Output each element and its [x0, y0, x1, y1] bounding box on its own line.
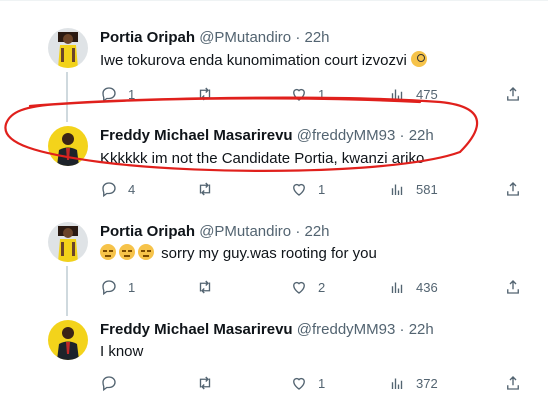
tweet-text-content: sorry my guy.was rooting for you	[161, 245, 377, 262]
tweet-text: Iwe tokurova enda kunomimation court izv…	[100, 51, 427, 71]
handle[interactable]: @PMutandiro	[199, 223, 291, 240]
heart-icon	[293, 281, 305, 294]
reply-button[interactable]	[100, 373, 128, 393]
timestamp[interactable]: 22h	[409, 321, 434, 338]
reply-icon	[102, 182, 116, 198]
share-button[interactable]	[504, 277, 522, 297]
pensive-face-icon	[100, 244, 116, 260]
pensive-face-icon	[119, 244, 135, 260]
reply-count: 4	[128, 181, 136, 197]
tweet-text-content: Iwe tokurova enda kunomimation court izv…	[100, 52, 407, 69]
separator-dot: ·	[295, 223, 301, 240]
tweet-header: Portia Oripah @PMutandiro · 22h	[100, 222, 330, 242]
display-name[interactable]: Freddy Michael Masarirevu	[100, 321, 293, 338]
views-button[interactable]: 475	[388, 84, 438, 104]
reply-count: 1	[128, 279, 136, 295]
like-button[interactable]: 2	[290, 277, 325, 297]
display-name[interactable]: Freddy Michael Masarirevu	[100, 127, 293, 144]
separator-dot: ·	[399, 127, 405, 144]
avatar[interactable]	[48, 320, 88, 360]
like-count: 1	[318, 375, 326, 391]
action-bar: 1 2 436	[100, 277, 528, 297]
views-count: 372	[416, 375, 438, 391]
avatar[interactable]	[48, 126, 88, 166]
thread-line	[66, 72, 68, 122]
avatar[interactable]	[48, 28, 88, 68]
heart-icon	[293, 88, 305, 101]
tweet-text: sorry my guy.was rooting for you	[100, 244, 377, 264]
views-button[interactable]: 436	[388, 277, 438, 297]
views-chart-icon	[391, 378, 403, 389]
reply-button[interactable]: 4	[100, 179, 135, 199]
separator-dot: ·	[399, 321, 405, 338]
like-count: 1	[318, 86, 326, 102]
like-button[interactable]: 1	[290, 84, 325, 104]
tweet-header: Freddy Michael Masarirevu @freddyMM93 · …	[100, 126, 434, 146]
tweet-text: I know	[100, 343, 144, 360]
tweet-1[interactable]: Portia Oripah @PMutandiro · 22h Iwe toku…	[0, 20, 548, 122]
heart-icon	[293, 183, 305, 196]
action-bar: 1 372	[100, 373, 528, 393]
handle[interactable]: @freddyMM93	[297, 321, 396, 338]
action-bar: 4 1 581	[100, 179, 528, 199]
retweet-icon	[199, 182, 211, 196]
monocle-face-icon	[410, 51, 427, 67]
retweet-icon	[199, 376, 211, 390]
retweet-icon	[199, 280, 211, 294]
handle[interactable]: @PMutandiro	[199, 29, 291, 46]
reply-icon	[102, 280, 116, 296]
handle[interactable]: @freddyMM93	[297, 127, 396, 144]
timestamp[interactable]: 22h	[409, 127, 434, 144]
reply-icon	[102, 376, 116, 392]
like-count: 1	[318, 181, 326, 197]
tweet-4[interactable]: Freddy Michael Masarirevu @freddyMM93 · …	[0, 312, 548, 418]
share-icon	[507, 376, 519, 390]
views-count: 475	[416, 86, 438, 102]
share-icon	[507, 182, 519, 196]
heart-icon	[293, 377, 305, 390]
like-button[interactable]: 1	[290, 179, 325, 199]
share-button[interactable]	[504, 179, 522, 199]
display-name[interactable]: Portia Oripah	[100, 223, 195, 240]
views-button[interactable]: 581	[388, 179, 438, 199]
timestamp[interactable]: 22h	[304, 223, 329, 240]
views-count: 436	[416, 279, 438, 295]
views-button[interactable]: 372	[388, 373, 438, 393]
tweet-2[interactable]: Freddy Michael Masarirevu @freddyMM93 · …	[0, 118, 548, 202]
avatar[interactable]	[48, 222, 88, 262]
like-button[interactable]: 1	[290, 373, 325, 393]
separator-dot: ·	[295, 29, 301, 46]
retweet-button[interactable]	[196, 373, 214, 393]
share-icon	[507, 87, 519, 101]
share-button[interactable]	[504, 84, 522, 104]
tweet-header: Freddy Michael Masarirevu @freddyMM93 · …	[100, 320, 434, 340]
tweet-text: Kkkkkk im not the Candidate Portia, kwan…	[100, 150, 425, 167]
top-divider	[0, 0, 548, 1]
like-count: 2	[318, 279, 326, 295]
tweet-header: Portia Oripah @PMutandiro · 22h	[100, 28, 330, 48]
share-icon	[507, 280, 519, 294]
retweet-button[interactable]	[196, 84, 214, 104]
thread-line	[66, 266, 68, 316]
reply-count: 1	[128, 86, 136, 102]
retweet-icon	[199, 87, 211, 101]
share-button[interactable]	[504, 373, 522, 393]
retweet-button[interactable]	[196, 277, 214, 297]
reply-button[interactable]: 1	[100, 277, 135, 297]
pensive-face-icon	[138, 244, 154, 260]
reply-icon	[102, 87, 116, 103]
tweet-3[interactable]: Portia Oripah @PMutandiro · 22h sorry my…	[0, 214, 548, 316]
retweet-button[interactable]	[196, 179, 214, 199]
timestamp[interactable]: 22h	[304, 29, 329, 46]
views-chart-icon	[391, 89, 403, 100]
action-bar: 1 1 475	[100, 84, 528, 104]
views-chart-icon	[391, 282, 403, 293]
views-count: 581	[416, 181, 438, 197]
views-chart-icon	[391, 184, 403, 195]
display-name[interactable]: Portia Oripah	[100, 29, 195, 46]
reply-button[interactable]: 1	[100, 84, 135, 104]
